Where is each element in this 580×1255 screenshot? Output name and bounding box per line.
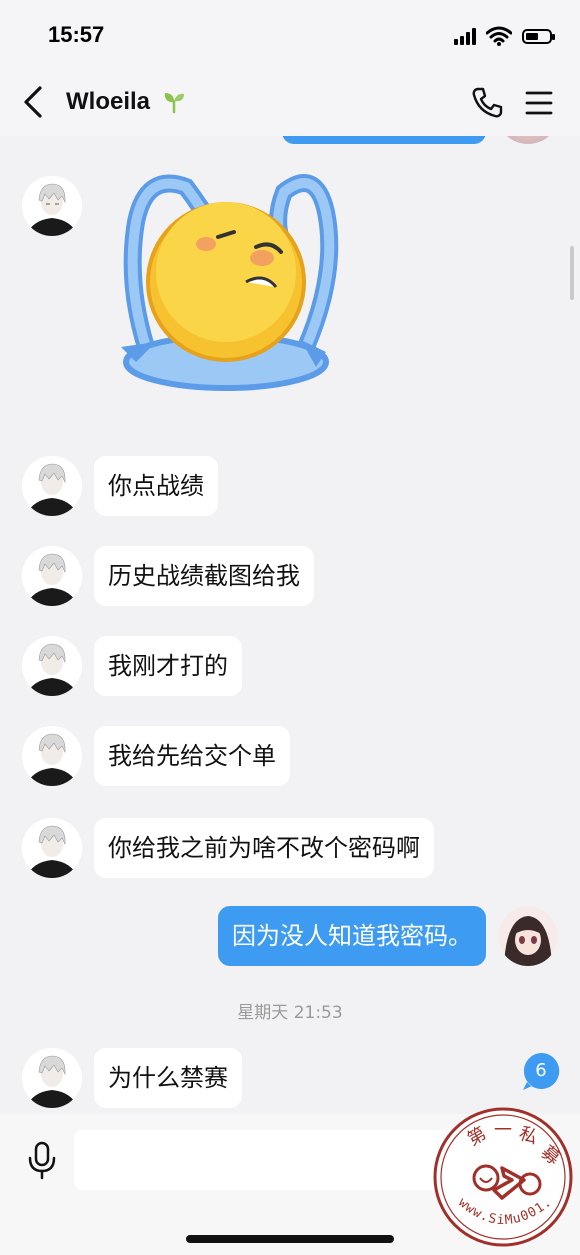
message-bubble-incoming[interactable]: 历史战绩截图给我: [94, 546, 314, 606]
scrollbar[interactable]: [570, 246, 574, 300]
contact-avatar[interactable]: [22, 1048, 82, 1108]
contact-avatar[interactable]: [22, 726, 82, 786]
contact-avatar[interactable]: [22, 176, 82, 236]
battery-icon: [522, 28, 555, 44]
message-timestamp: 星期天 21:53: [237, 1003, 343, 1023]
contact-name[interactable]: Wloeila: [66, 88, 150, 116]
contact-avatar[interactable]: [22, 456, 82, 516]
message-bubble-incoming[interactable]: 我刚才打的: [94, 636, 242, 696]
message-bubble-incoming[interactable]: 你给我之前为啥不改个密码啊: [94, 818, 434, 878]
svg-text:一: 一: [494, 1120, 512, 1141]
call-button[interactable]: [470, 86, 504, 120]
message-bubble-outgoing-partial[interactable]: [282, 136, 486, 144]
chat-header: Wloeila: [0, 70, 580, 136]
cellular-signal-icon: [454, 27, 476, 45]
unread-count: 6: [535, 1060, 547, 1081]
my-avatar[interactable]: [498, 906, 558, 966]
status-bar: 15:57: [0, 0, 580, 70]
crying-emoji-sticker[interactable]: [106, 162, 342, 398]
back-button[interactable]: [18, 84, 50, 120]
sprout-icon: [164, 93, 184, 114]
wifi-icon: [486, 26, 512, 46]
microphone-icon[interactable]: [24, 1140, 60, 1180]
status-time: 15:57: [48, 22, 105, 47]
message-bubble-incoming[interactable]: 我给先给交个单: [94, 726, 290, 786]
status-icons: [454, 26, 555, 46]
home-indicator[interactable]: [186, 1235, 394, 1243]
menu-button[interactable]: [524, 88, 554, 118]
watermark-stamp: 第 一 私 募 www.SiMu001.cn: [432, 1106, 573, 1247]
message-bubble-outgoing[interactable]: 因为没人知道我密码。: [218, 906, 486, 966]
message-bubble-incoming[interactable]: 为什么禁赛: [94, 1048, 242, 1108]
contact-avatar[interactable]: [22, 546, 82, 606]
unread-messages-badge[interactable]: 6: [522, 1052, 560, 1092]
message-bubble-incoming[interactable]: 你点战绩: [94, 456, 218, 516]
my-avatar-partial[interactable]: [500, 136, 556, 144]
message-list[interactable]: 你点战绩 历史战绩截图给我 我刚才打的 我给先给交个单 你给我之前为啥不改个密码…: [0, 136, 580, 1114]
contact-avatar[interactable]: [22, 636, 82, 696]
contact-avatar[interactable]: [22, 818, 82, 878]
